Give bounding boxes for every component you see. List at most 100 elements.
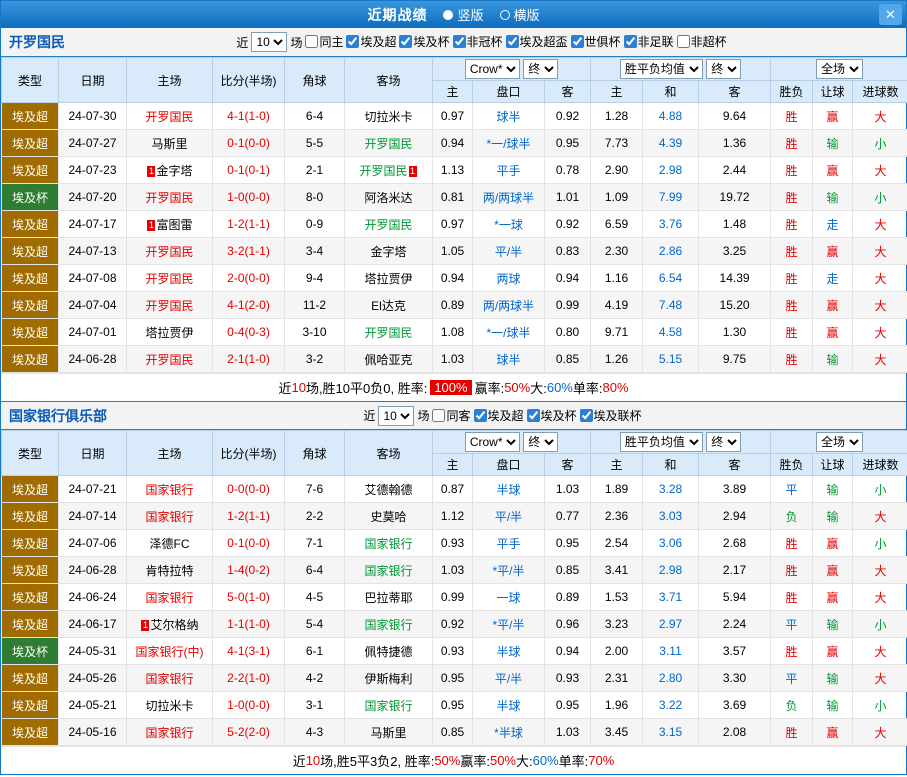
filter-checkbox[interactable]: 埃及联杯	[580, 407, 642, 424]
titlebar: 近期战绩 竖版 横版 ✕	[1, 1, 906, 28]
result-outcome: 胜	[771, 184, 813, 211]
odds-source-select[interactable]: Crow*	[465, 432, 520, 452]
avg-away-odds: 5.94	[699, 584, 771, 611]
team-name-text: 开罗国民	[145, 299, 193, 313]
recent-results-panel: 近期战绩 竖版 横版 ✕ 开罗国民 近 10 场 同主埃及超埃及杯非冠杯埃及超盃…	[0, 0, 907, 775]
odds-source-select[interactable]: Crow*	[465, 59, 520, 79]
league-type: 埃及超	[2, 692, 59, 719]
red-card-badge: 1	[409, 166, 417, 177]
checkbox-input[interactable]	[399, 35, 412, 48]
filter-checkbox[interactable]: 非超杯	[677, 33, 727, 50]
filter-checkbox[interactable]: 埃及杯	[399, 33, 449, 50]
avg-state-select[interactable]: 终	[706, 432, 741, 452]
filter-checkbox[interactable]: 埃及杯	[527, 407, 577, 424]
checkbox-input[interactable]	[580, 409, 593, 422]
checkbox-input[interactable]	[571, 35, 584, 48]
scope-select[interactable]: 全场	[816, 59, 863, 79]
section-header: 开罗国民 近 10 场 同主埃及超埃及杯非冠杯埃及超盃世俱杯非足联非超杯	[1, 28, 906, 57]
filter-checkbox[interactable]: 同主	[305, 33, 343, 50]
avg-away-odds: 3.25	[699, 238, 771, 265]
result-outcome: 胜	[771, 211, 813, 238]
odds-state-select[interactable]: 终	[523, 432, 558, 452]
odds-home: 0.92	[433, 611, 473, 638]
corner-score: 2-1	[285, 157, 345, 184]
summary-segment: 50%	[504, 380, 530, 395]
filter-checkbox[interactable]: 埃及超	[474, 407, 524, 424]
checkbox-input[interactable]	[432, 409, 445, 422]
odds-away: 1.03	[545, 719, 591, 746]
checkbox-input[interactable]	[677, 35, 690, 48]
avg-home-odds: 4.19	[591, 292, 643, 319]
avg-draw-odds: 7.99	[643, 184, 699, 211]
avg-home-odds: 3.23	[591, 611, 643, 638]
avg-state-select[interactable]: 终	[706, 59, 741, 79]
match-count-select[interactable]: 10	[251, 32, 287, 52]
result-goals: 大	[853, 665, 907, 692]
checkbox-label: 埃及杯	[541, 407, 577, 424]
away-team: 马斯里	[345, 719, 433, 746]
result-outcome: 胜	[771, 238, 813, 265]
avg-type-select[interactable]: 胜平负均值	[620, 59, 703, 79]
handicap: *一/球半	[473, 319, 545, 346]
result-outcome: 平	[771, 665, 813, 692]
checkbox-input[interactable]	[305, 35, 318, 48]
radio-label: 横版	[514, 5, 540, 24]
match-date: 24-05-26	[59, 665, 127, 692]
result-handicap: 赢	[813, 530, 853, 557]
odds-state-select[interactable]: 终	[523, 59, 558, 79]
team-name-text: 史莫哈	[370, 510, 406, 524]
summary-segment: 50%	[434, 753, 460, 768]
sub-header-avg-draw: 和	[643, 81, 699, 103]
match-row: 埃及超24-06-28开罗国民2-1(1-0)3-2佩哈亚克1.03球半0.85…	[2, 346, 907, 373]
avg-type-select[interactable]: 胜平负均值	[620, 432, 703, 452]
odds-home: 1.08	[433, 319, 473, 346]
team-name-text: 肯特拉特	[145, 564, 193, 578]
home-team: 开罗国民	[127, 238, 213, 265]
close-button[interactable]: ✕	[879, 4, 902, 25]
match-count-select[interactable]: 10	[378, 406, 414, 426]
filter-checkbox[interactable]: 非冠杯	[453, 33, 503, 50]
checkbox-label: 埃及超盃	[520, 33, 568, 50]
filter-checkbox[interactable]: 埃及超	[346, 33, 396, 50]
checkbox-input[interactable]	[474, 409, 487, 422]
home-team: 国家银行	[127, 503, 213, 530]
checkbox-input[interactable]	[624, 35, 637, 48]
checkbox-input[interactable]	[453, 35, 466, 48]
filter-checkbox[interactable]: 非足联	[624, 33, 674, 50]
home-team: 开罗国民	[127, 265, 213, 292]
layout-option-vertical[interactable]: 竖版	[443, 5, 483, 24]
match-row: 埃及超24-06-28肯特拉特1-4(0-2)6-4国家银行1.03*平/半0.…	[2, 557, 907, 584]
titlebar-center: 近期战绩 竖版 横版	[1, 5, 906, 25]
checkbox-input[interactable]	[527, 409, 540, 422]
avg-home-odds: 2.31	[591, 665, 643, 692]
checkbox-label: 埃及杯	[413, 33, 449, 50]
result-goals: 大	[853, 238, 907, 265]
avg-draw-odds: 3.03	[643, 503, 699, 530]
handicap: *平/半	[473, 557, 545, 584]
result-outcome: 胜	[771, 292, 813, 319]
sub-header-odds-away: 客	[545, 81, 591, 103]
avg-home-odds: 1.16	[591, 265, 643, 292]
team-name-text: 开罗国民	[145, 245, 193, 259]
checkbox-input[interactable]	[506, 35, 519, 48]
score: 0-0(0-0)	[213, 476, 285, 503]
filter-checkbox[interactable]: 同客	[432, 407, 470, 424]
result-outcome: 胜	[771, 638, 813, 665]
filter-checkbox[interactable]: 埃及超盃	[506, 33, 568, 50]
scope-select[interactable]: 全场	[816, 432, 863, 452]
red-card-badge: 1	[147, 166, 155, 177]
avg-group-header: 胜平负均值 终	[591, 58, 771, 81]
filter-checkbox[interactable]: 世俱杯	[571, 33, 621, 50]
corner-score: 3-1	[285, 692, 345, 719]
corner-score: 5-5	[285, 130, 345, 157]
match-date: 24-07-06	[59, 530, 127, 557]
result-handicap: 走	[813, 265, 853, 292]
result-outcome: 胜	[771, 103, 813, 130]
result-handicap: 输	[813, 184, 853, 211]
result-handicap: 赢	[813, 719, 853, 746]
layout-option-horizontal[interactable]: 横版	[500, 5, 540, 24]
result-handicap: 赢	[813, 238, 853, 265]
checkbox-input[interactable]	[346, 35, 359, 48]
corner-score: 3-10	[285, 319, 345, 346]
red-card-badge: 1	[147, 220, 155, 231]
